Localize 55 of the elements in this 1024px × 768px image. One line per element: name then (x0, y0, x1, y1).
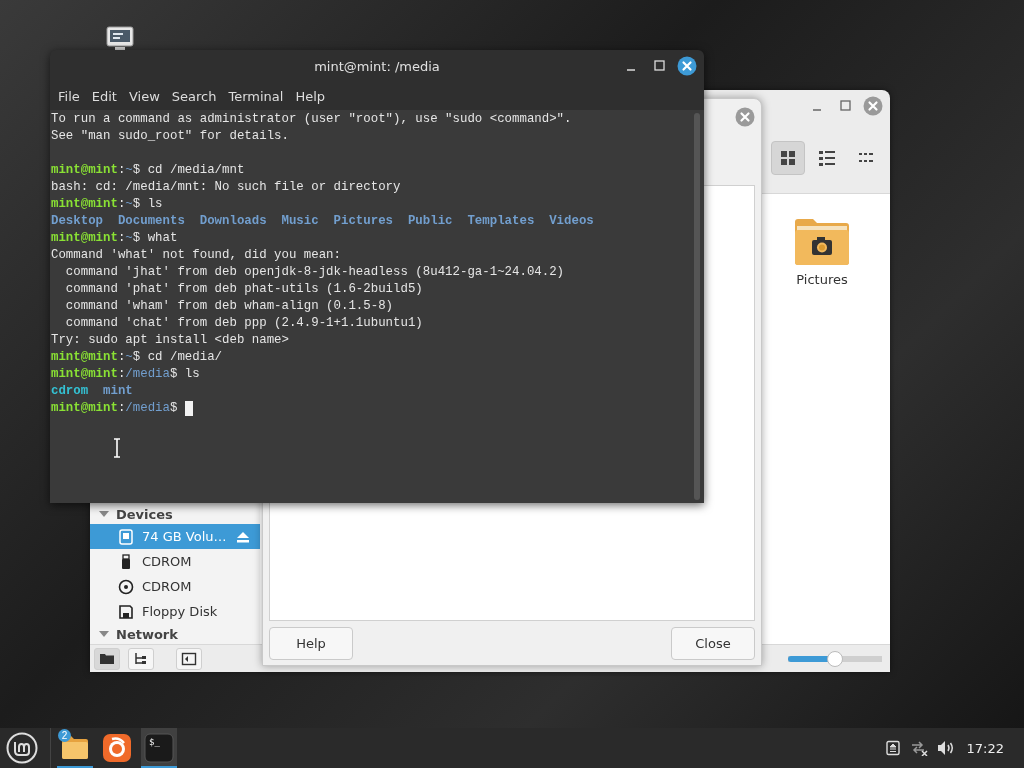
terminal-line: Desktop Documents Downloads Music Pictures Public Templates Videos (51, 213, 594, 230)
notification-badge: 2 (58, 729, 71, 742)
volume-icon[interactable] (936, 740, 955, 756)
tree-icon (133, 650, 149, 667)
terminal-line: Try: sudo apt install <deb name> (51, 332, 289, 349)
section-header: Devices (116, 506, 173, 522)
terminal-line: See "man sudo_root" for details. (51, 128, 289, 145)
terminal-line: To run a command as administrator (user "root"), use "sudo <command>". (51, 111, 572, 128)
terminal-line: mint@mint:~$ ls (51, 196, 163, 213)
terminal-line: command 'chat' from deb ppp (2.4.9-1+1.1ubuntu1) (64, 315, 423, 332)
text-select-cursor-icon (112, 438, 122, 458)
terminal-line: command 'phat' from deb phat-utils (1.6-2build5) (64, 281, 423, 298)
terminal-line: command 'wham' from deb wham-align (0.1.5-8) (64, 298, 394, 315)
sidebar-item[interactable]: CDROM (90, 549, 260, 574)
network-disconnected-icon[interactable] (909, 740, 928, 756)
disc-icon (118, 578, 134, 595)
grid-view-icon (779, 148, 797, 167)
computer-icon (106, 26, 134, 52)
camera-folder-icon (793, 216, 851, 266)
close-icon[interactable] (677, 56, 697, 76)
drive-icon (118, 528, 134, 545)
slider-thumb[interactable] (827, 650, 843, 667)
terminal-line: command 'jhat' from deb openjdk-8-jdk-headless (8u412-ga-1~24.04.2) (64, 264, 565, 281)
menu-item[interactable]: View (122, 88, 166, 104)
window-title: mint@mint: /media (314, 58, 440, 74)
sidebar-toggle-icon (181, 650, 197, 667)
menu-item[interactable]: Help (289, 88, 332, 104)
view-button[interactable] (771, 140, 805, 175)
list-view-icon (818, 148, 836, 167)
terminal-line: mint@mint:~$ what (51, 230, 178, 247)
mint-logo-icon[interactable] (6, 732, 38, 764)
terminal-line: mint@mint:/media$ (51, 400, 179, 417)
terminal-line: bash: cd: /media/mnt: No such file or directory (51, 179, 401, 196)
sidebar-mode-button[interactable] (94, 647, 120, 670)
scrollbar[interactable] (694, 113, 700, 500)
sidebar-mode-button[interactable] (176, 647, 202, 670)
terminal-line: Command 'what' not found, did you mean: (51, 247, 341, 264)
section-header: Network (116, 626, 178, 642)
terminal-line: cdrom mint (51, 383, 133, 400)
terminal-line: mint@mint:/media$ ls (51, 366, 200, 383)
help-button[interactable]: Help (269, 626, 353, 660)
menu-item[interactable]: Terminal (222, 88, 290, 104)
terminal-line: mint@mint:~$ cd /media/ (51, 349, 223, 366)
flame-logo-icon (102, 733, 132, 763)
document-icon[interactable] (884, 740, 901, 756)
clock[interactable]: 17:22 (966, 740, 1004, 756)
folder-item[interactable]: Pictures (782, 216, 862, 287)
close-button[interactable]: Close (671, 626, 755, 660)
sidebar-item[interactable]: Floppy Disk (90, 599, 260, 624)
sidebar-mode-button[interactable] (128, 647, 154, 670)
menu-item[interactable]: File (52, 88, 86, 104)
menu-item[interactable]: Edit (85, 88, 123, 104)
sidebar-item[interactable]: CDROM (90, 574, 260, 599)
menu-item[interactable]: Search (165, 88, 223, 104)
terminal-line: mint@mint:~$ cd /media/mnt (51, 162, 245, 179)
